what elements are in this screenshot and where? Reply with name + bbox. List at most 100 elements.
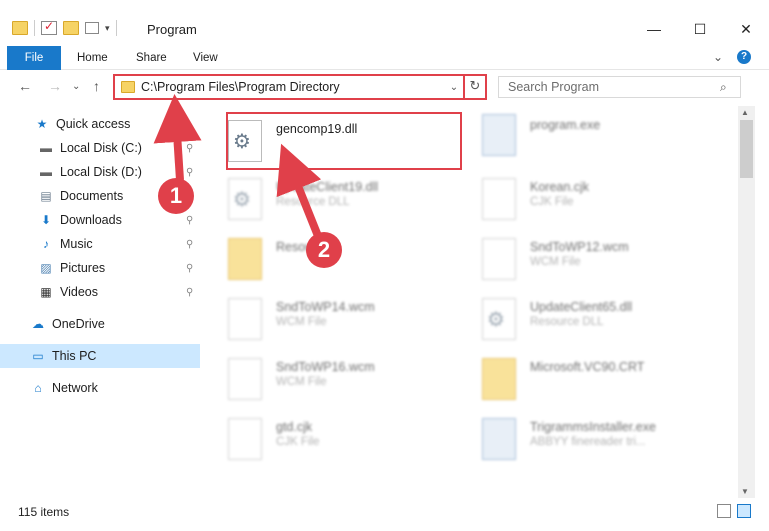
customize-toolbar-icon[interactable] (85, 22, 99, 34)
file-name: Korean.cjk (530, 180, 590, 194)
sidebar-item-label: Local Disk (D:) (60, 165, 142, 179)
expand-ribbon-icon[interactable]: ⌄ (713, 50, 723, 64)
file-type: WCM File (530, 256, 581, 268)
search-input[interactable]: Search Program (508, 80, 720, 94)
file-item-trigramms-installer[interactable]: TrigrammsInstaller.exe ABBYY finereader … (460, 410, 690, 466)
address-path[interactable]: C:\Program Files\Program Directory (141, 80, 445, 94)
file-item-sndtowp16[interactable]: SndToWP16.wcm WCM File (206, 350, 436, 406)
file-item-gtd-cjk[interactable]: gtd.cjk CJK File (206, 410, 436, 466)
sidebar-item-label: Network (52, 381, 98, 395)
sidebar-item-videos[interactable]: ▦ Videos ⚲ (0, 280, 200, 304)
file-type: WCM File (276, 376, 327, 388)
cloud-icon: ☁ (32, 317, 44, 331)
details-view-icon[interactable] (717, 504, 731, 518)
file-highlight-box (226, 112, 462, 170)
file-name: SndToWP16.wcm (276, 360, 375, 374)
file-item-sndtowp14[interactable]: SndToWP14.wcm WCM File (206, 290, 436, 346)
dll-file-icon (228, 178, 262, 220)
pin-icon: ⚲ (186, 142, 194, 154)
address-dropdown-icon[interactable]: ⌄ (445, 82, 463, 93)
dll-file-icon (482, 298, 516, 340)
file-name: Microsoft.VC90.CRT (530, 360, 645, 374)
ribbon-right-controls: ⌄ ? (713, 50, 751, 64)
file-name: TrigrammsInstaller.exe (530, 420, 656, 434)
tab-view[interactable]: View (193, 46, 218, 70)
computer-icon: ▭ (32, 349, 44, 363)
scroll-up-icon[interactable]: ▲ (741, 108, 749, 117)
toolbar-dropdown-icon[interactable]: ▾ (105, 23, 110, 34)
close-button[interactable]: ✕ (723, 14, 769, 44)
folder-icon (228, 238, 262, 280)
document-file-icon (482, 238, 516, 280)
sidebar-item-label: Videos (60, 285, 98, 299)
scroll-thumb[interactable] (740, 120, 753, 178)
sidebar-item-label: Pictures (60, 261, 106, 275)
search-icon[interactable]: ⌕ (720, 80, 740, 95)
file-name: SndToWP14.wcm (276, 300, 375, 314)
address-folder-icon (121, 81, 135, 93)
quick-access-toolbar: ▾ (12, 19, 117, 36)
file-type: CJK File (530, 196, 574, 208)
file-item-microsoft-vc90-crt[interactable]: Microsoft.VC90.CRT (460, 350, 690, 406)
toolbar-divider (34, 20, 35, 36)
sidebar-item-this-pc[interactable]: ▭ This PC (0, 344, 200, 368)
file-name: gtd.cjk (276, 420, 313, 434)
sidebar-item-onedrive[interactable]: ☁ OneDrive (0, 312, 200, 336)
installer-file-icon (482, 418, 516, 460)
minimize-button[interactable]: — (631, 14, 677, 44)
file-item-program-exe[interactable]: program.exe (460, 108, 690, 164)
properties-icon[interactable] (41, 19, 57, 35)
help-icon[interactable]: ? (737, 50, 751, 64)
network-icon: ⌂ (34, 381, 42, 395)
forward-button[interactable]: → (48, 78, 62, 94)
item-count: 115 items (18, 505, 70, 519)
vertical-scrollbar[interactable]: ▲ ▼ (738, 106, 755, 498)
up-button[interactable]: ↑ (93, 78, 100, 94)
back-button[interactable]: ← (18, 78, 32, 94)
download-icon: ⬇ (40, 213, 52, 227)
file-type: ABBYY finereader tri... (530, 436, 646, 448)
sidebar-item-quick-access[interactable]: ★ Quick access (0, 112, 200, 136)
documents-icon: ▤ (40, 189, 52, 203)
file-item-updateclient19[interactable]: UpdateClient19.dll Resource DLL (206, 170, 436, 226)
file-item-updateclient65[interactable]: UpdateClient65.dll Resource DLL (460, 290, 690, 346)
sidebar-item-local-disk-c[interactable]: ▬ Local Disk (C:) ⚲ (0, 136, 200, 160)
file-item-korean-cjk[interactable]: Korean.cjk CJK File (460, 170, 690, 226)
file-item-sndtowp12[interactable]: SndToWP12.wcm WCM File (460, 230, 690, 286)
sidebar-item-label: OneDrive (52, 317, 105, 331)
large-icons-view-icon[interactable] (737, 504, 751, 518)
status-bar: 115 items (0, 500, 769, 524)
sidebar-item-label: Documents (60, 189, 124, 203)
file-type: CJK File (276, 436, 320, 448)
address-bar[interactable]: C:\Program Files\Program Directory ⌄ ↻ (113, 74, 487, 100)
new-folder-icon[interactable] (63, 21, 79, 35)
maximize-button[interactable]: ☐ (677, 14, 723, 44)
sidebar-item-music[interactable]: ♪ Music ⚲ (0, 232, 200, 256)
sidebar-item-label: Music (60, 237, 93, 251)
scroll-down-icon[interactable]: ▼ (741, 487, 749, 496)
pictures-icon: ▨ (40, 261, 52, 275)
recent-locations-button[interactable]: ⌄ (72, 81, 80, 92)
sidebar-item-network[interactable]: ⌂ Network (0, 376, 200, 400)
drive-icon: ▬ (40, 165, 52, 179)
tab-home[interactable]: Home (77, 46, 108, 70)
sidebar-item-pictures[interactable]: ▨ Pictures ⚲ (0, 256, 200, 280)
tab-share[interactable]: Share (136, 46, 167, 70)
file-type: Resource DLL (276, 196, 350, 208)
callout-1: 1 (158, 178, 194, 214)
star-icon: ★ (36, 117, 48, 131)
title-bar: ▾ Program — ☐ ✕ (0, 0, 769, 44)
sidebar-item-label: Quick access (56, 117, 131, 131)
pin-icon: ⚲ (186, 166, 194, 178)
pin-icon: ⚲ (186, 214, 194, 226)
refresh-button[interactable]: ↻ (463, 76, 485, 98)
file-type: Resource DLL (530, 316, 604, 328)
pin-icon: ⚲ (186, 238, 194, 250)
window-title: Program (147, 22, 197, 37)
search-box[interactable]: Search Program ⌕ (498, 76, 741, 98)
document-file-icon (482, 178, 516, 220)
tab-file[interactable]: File (7, 46, 61, 70)
exe-file-icon (482, 114, 516, 156)
folder-icon (482, 358, 516, 400)
document-file-icon (228, 358, 262, 400)
